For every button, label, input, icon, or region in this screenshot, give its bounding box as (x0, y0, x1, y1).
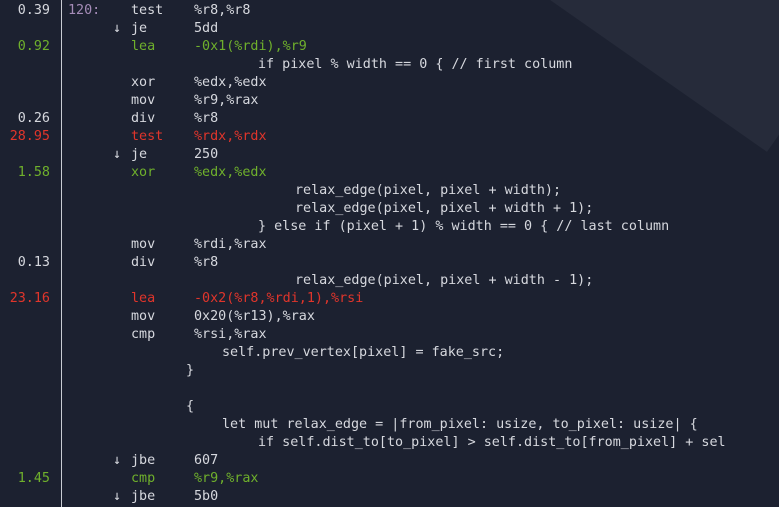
jump-arrow-icon: ↓ (113, 21, 122, 36)
percent-value: 1.58 (17, 165, 50, 180)
asm-line[interactable]: 0.39 120: test %r8,%r8 (0, 2, 779, 20)
asm-line[interactable]: mov 0x20(%r13),%rax (0, 308, 779, 326)
instruction-mnemonic: mov (131, 309, 156, 324)
instruction-mnemonic: je (131, 21, 148, 36)
source-text: if self.dist_to[to_pixel] > self.dist_to… (258, 435, 726, 450)
instruction-mnemonic: cmp (131, 327, 156, 342)
jump-arrow-icon: ↓ (113, 147, 122, 162)
instruction-mnemonic: je (131, 147, 148, 162)
percent-value: 1.45 (17, 471, 50, 486)
instruction-mnemonic: lea (131, 291, 156, 306)
instruction-operands: -0x2(%r8,%rdi,1),%rsi (194, 291, 364, 306)
annotate-view[interactable]: 0.39 120: test %r8,%r8 ↓ je 5dd 0.92 lea -0x1(%rd… (0, 2, 779, 506)
asm-line[interactable]: mov %rdi,%rax (0, 236, 779, 254)
instruction-mnemonic: mov (131, 237, 156, 252)
source-text: self.prev_vertex[pixel] = fake_src; (222, 345, 505, 360)
jump-arrow-icon: ↓ (113, 453, 122, 468)
asm-line[interactable]: 23.16 lea -0x2(%r8,%rdi,1),%rsi (0, 290, 779, 308)
asm-line[interactable]: 0.13 div %r8 (0, 254, 779, 272)
percent-value: 28.95 (9, 129, 50, 144)
instruction-mnemonic: mov (131, 93, 156, 108)
source-line[interactable]: relax_edge(pixel, pixel + width + 1); (0, 200, 779, 218)
instruction-operands: %rsi,%rax (194, 327, 267, 342)
asm-line[interactable]: 1.45 cmp %r9,%rax (0, 470, 779, 488)
source-line[interactable]: let mut relax_edge = |from_pixel: usize,… (0, 416, 779, 434)
instruction-mnemonic: jbe (131, 453, 156, 468)
instruction-mnemonic: div (131, 111, 156, 126)
instruction-operands: %r9,%rax (194, 471, 259, 486)
source-text: { (186, 399, 195, 414)
instruction-operands: 5dd (194, 21, 219, 36)
asm-line[interactable]: 28.95 test %rdx,%rdx (0, 128, 779, 146)
instruction-mnemonic: lea (131, 39, 156, 54)
source-line[interactable]: if pixel % width == 0 { // first column (0, 56, 779, 74)
percent-value: 0.13 (17, 255, 50, 270)
source-line[interactable]: relax_edge(pixel, pixel + width - 1); (0, 272, 779, 290)
instruction-operands: %r8 (194, 255, 219, 270)
jump-label: 120: (68, 3, 101, 18)
source-text: } (186, 363, 195, 378)
jump-arrow-icon: ↓ (113, 489, 122, 504)
instruction-operands: -0x1(%rdi),%r9 (194, 39, 307, 54)
instruction-mnemonic: test (131, 3, 164, 18)
asm-line[interactable]: ↓ jbe 5b0 (0, 488, 779, 506)
percent-value: 0.26 (17, 111, 50, 126)
instruction-operands: %r8,%r8 (194, 3, 251, 18)
instruction-operands: 607 (194, 453, 219, 468)
source-text: relax_edge(pixel, pixel + width + 1); (295, 201, 594, 216)
instruction-mnemonic: jbe (131, 489, 156, 504)
asm-line[interactable]: 0.26 div %r8 (0, 110, 779, 128)
asm-line[interactable]: mov %r9,%rax (0, 92, 779, 110)
asm-line[interactable]: ↓ jbe 607 (0, 452, 779, 470)
source-line[interactable]: if self.dist_to[to_pixel] > self.dist_to… (0, 434, 779, 452)
instruction-operands: %r8 (194, 111, 219, 126)
source-line[interactable] (0, 380, 779, 398)
instruction-mnemonic: cmp (131, 471, 156, 486)
asm-line[interactable]: ↓ je 5dd (0, 20, 779, 38)
instruction-mnemonic: xor (131, 165, 156, 180)
asm-line[interactable]: 1.58 xor %edx,%edx (0, 164, 779, 182)
source-line[interactable]: } (0, 362, 779, 380)
instruction-operands: %edx,%edx (194, 75, 267, 90)
percent-value: 0.92 (17, 39, 50, 54)
source-text: relax_edge(pixel, pixel + width); (295, 183, 562, 198)
asm-line[interactable]: 0.92 lea -0x1(%rdi),%r9 (0, 38, 779, 56)
instruction-mnemonic: xor (131, 75, 156, 90)
instruction-operands: 0x20(%r13),%rax (194, 309, 315, 324)
source-text: let mut relax_edge = |from_pixel: usize,… (222, 417, 698, 432)
source-line[interactable]: { (0, 398, 779, 416)
instruction-operands: 250 (194, 147, 219, 162)
source-text: relax_edge(pixel, pixel + width - 1); (295, 273, 594, 288)
instruction-mnemonic: div (131, 255, 156, 270)
instruction-operands: %rdx,%rdx (194, 129, 267, 144)
source-line[interactable]: relax_edge(pixel, pixel + width); (0, 182, 779, 200)
source-text: } else if (pixel + 1) % width == 0 { // … (258, 219, 670, 234)
instruction-operands: 5b0 (194, 489, 219, 504)
percent-value: 0.39 (17, 3, 50, 18)
source-text: if pixel % width == 0 { // first column (258, 57, 573, 72)
asm-line[interactable]: xor %edx,%edx (0, 74, 779, 92)
source-line[interactable]: } else if (pixel + 1) % width == 0 { // … (0, 218, 779, 236)
instruction-operands: %edx,%edx (194, 165, 267, 180)
instruction-operands: %rdi,%rax (194, 237, 267, 252)
source-line[interactable]: self.prev_vertex[pixel] = fake_src; (0, 344, 779, 362)
percent-value: 23.16 (9, 291, 50, 306)
asm-line[interactable]: ↓ je 250 (0, 146, 779, 164)
instruction-mnemonic: test (131, 129, 164, 144)
asm-line[interactable]: cmp %rsi,%rax (0, 326, 779, 344)
instruction-operands: %r9,%rax (194, 93, 259, 108)
